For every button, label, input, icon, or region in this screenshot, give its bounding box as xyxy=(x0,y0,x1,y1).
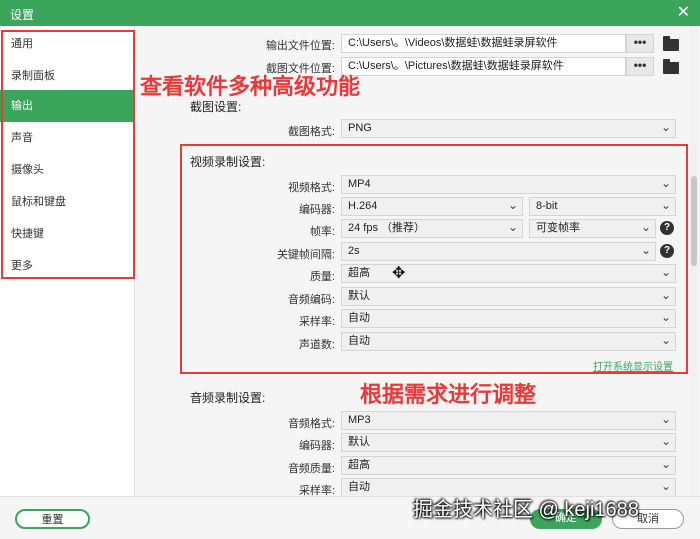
audio-settings-title: 音频录制设置: xyxy=(190,391,266,405)
chevron-down-icon: ⌄ xyxy=(660,333,671,347)
annotation-top: 查看软件多种高级功能 xyxy=(140,74,361,99)
encoder-select[interactable]: H.264 ⌄ xyxy=(341,197,523,216)
window-title: 设置 xyxy=(10,8,35,22)
file-location-field[interactable]: C:\Users\。\Videos\数据蛙\数据蛙录屏软件 xyxy=(341,34,626,53)
folder-icon[interactable] xyxy=(663,36,679,51)
audio-encoder-label: 编码器: xyxy=(298,440,335,452)
sidebar-item-general[interactable]: 通用 xyxy=(0,28,134,60)
browse-button[interactable]: ••• xyxy=(626,34,654,53)
sidebar-item-camera[interactable]: 摄像头 xyxy=(0,154,134,186)
video-settings-title: 视频录制设置: xyxy=(190,155,266,169)
sample-rate-value: 自动 xyxy=(348,312,370,324)
chevron-down-icon: ⌄ xyxy=(640,243,651,257)
audio-encoder-label: 音频编码: xyxy=(287,294,335,306)
screenshot-location-field[interactable]: C:\Users\。\Pictures\数据蛙\数据蛙录屏软件 xyxy=(341,57,626,76)
scrollbar-thumb[interactable] xyxy=(691,176,697,266)
close-icon[interactable]: ✕ xyxy=(677,2,690,22)
chevron-down-icon: ⌄ xyxy=(507,220,518,234)
keyframe-label: 关键帧间隔: xyxy=(276,249,335,261)
video-format-label: 视频格式: xyxy=(287,182,335,194)
move-cursor-icon: ✥ xyxy=(392,265,406,282)
help-icon[interactable]: ? xyxy=(660,221,674,235)
bitdepth-value: 8-bit xyxy=(536,200,558,212)
audio-quality-value: 超高 xyxy=(348,459,370,471)
chevron-down-icon: ⌄ xyxy=(640,220,651,234)
audio-encoder-value: 默认 xyxy=(348,436,370,448)
watermark: 掘金技术社区 @ keji1688 xyxy=(413,499,639,521)
reset-button[interactable]: 重置 xyxy=(15,509,90,529)
chevron-down-icon: ⌄ xyxy=(660,120,671,134)
chevron-down-icon: ⌄ xyxy=(660,288,671,302)
fps-select[interactable]: 24 fps （推荐） ⌄ xyxy=(341,219,523,238)
channels-value: 自动 xyxy=(348,335,370,347)
sidebar-item-output[interactable]: 输出 xyxy=(0,90,134,122)
keyframe-select[interactable]: 2s ⌄ xyxy=(341,242,656,261)
audio-encoder-select[interactable]: 默认 ⌄ xyxy=(341,433,676,452)
screenshot-format-label: 截图格式: xyxy=(287,126,335,138)
audio-encoder-value: 默认 xyxy=(348,290,370,302)
annotation-middle: 根据需求进行调整 xyxy=(360,382,537,407)
screenshot-format-select[interactable]: PNG ⌄ xyxy=(341,119,676,138)
sample-rate-select[interactable]: 自动 ⌄ xyxy=(341,309,676,328)
chevron-down-icon: ⌄ xyxy=(660,479,671,493)
sidebar-item-shortcuts[interactable]: 快捷键 xyxy=(0,218,134,250)
audio-quality-select[interactable]: 超高 ⌄ xyxy=(341,456,676,475)
channels-label: 声道数: xyxy=(298,339,335,351)
audio-format-select[interactable]: MP3 ⌄ xyxy=(341,411,676,430)
video-format-value: MP4 xyxy=(348,178,371,190)
chevron-down-icon: ⌄ xyxy=(660,265,671,279)
chevron-down-icon: ⌄ xyxy=(660,198,671,212)
screenshot-format-value: PNG xyxy=(348,122,372,134)
quality-label: 质量: xyxy=(309,271,335,283)
fps-value: 24 fps （推荐） xyxy=(348,222,426,234)
sidebar-item-more[interactable]: 更多 xyxy=(0,250,134,282)
folder-icon[interactable] xyxy=(663,59,679,74)
audio-format-value: MP3 xyxy=(348,414,371,426)
sidebar-item-sound[interactable]: 声音 xyxy=(0,122,134,154)
bitdepth-select[interactable]: 8-bit ⌄ xyxy=(529,197,676,216)
encoder-label: 编码器: xyxy=(298,204,335,216)
chevron-down-icon: ⌄ xyxy=(507,198,518,212)
display-settings-link[interactable]: 打开系统显示设置 xyxy=(593,358,673,373)
scrollbar[interactable] xyxy=(690,26,698,496)
audio-sample-rate-value: 自动 xyxy=(348,481,370,493)
chevron-down-icon: ⌄ xyxy=(660,176,671,190)
encoder-value: H.264 xyxy=(348,200,378,212)
fps-mode-select[interactable]: 可变帧率 ⌄ xyxy=(529,219,656,238)
sidebar-item-mouse-keyboard[interactable]: 鼠标和键盘 xyxy=(0,186,134,218)
sidebar-item-recording-panel[interactable]: 录制面板 xyxy=(0,60,134,92)
sample-rate-label: 采样率: xyxy=(298,316,335,328)
chevron-down-icon: ⌄ xyxy=(660,434,671,448)
audio-quality-label: 音频质量: xyxy=(287,463,335,475)
audio-encoder-select[interactable]: 默认 ⌄ xyxy=(341,287,676,306)
fps-label: 帧率: xyxy=(309,226,335,238)
quality-value: 超高 xyxy=(348,267,370,279)
sidebar: 通用 录制面板 输出 声音 摄像头 鼠标和键盘 快捷键 更多 xyxy=(0,26,135,496)
file-location-label: 输出文件位置: xyxy=(265,40,335,52)
help-icon[interactable]: ? xyxy=(660,244,674,258)
chevron-down-icon: ⌄ xyxy=(660,457,671,471)
video-format-select[interactable]: MP4 ⌄ xyxy=(341,175,676,194)
chevron-down-icon: ⌄ xyxy=(660,310,671,324)
audio-format-label: 音频格式: xyxy=(287,418,335,430)
fps-mode-value: 可变帧率 xyxy=(536,222,580,234)
keyframe-value: 2s xyxy=(348,245,360,257)
audio-sample-rate-label: 采样率: xyxy=(298,485,335,496)
browse-button[interactable]: ••• xyxy=(626,57,654,76)
title-bar: 设置 ✕ xyxy=(0,0,700,26)
channels-select[interactable]: 自动 ⌄ xyxy=(341,332,676,351)
chevron-down-icon: ⌄ xyxy=(660,412,671,426)
